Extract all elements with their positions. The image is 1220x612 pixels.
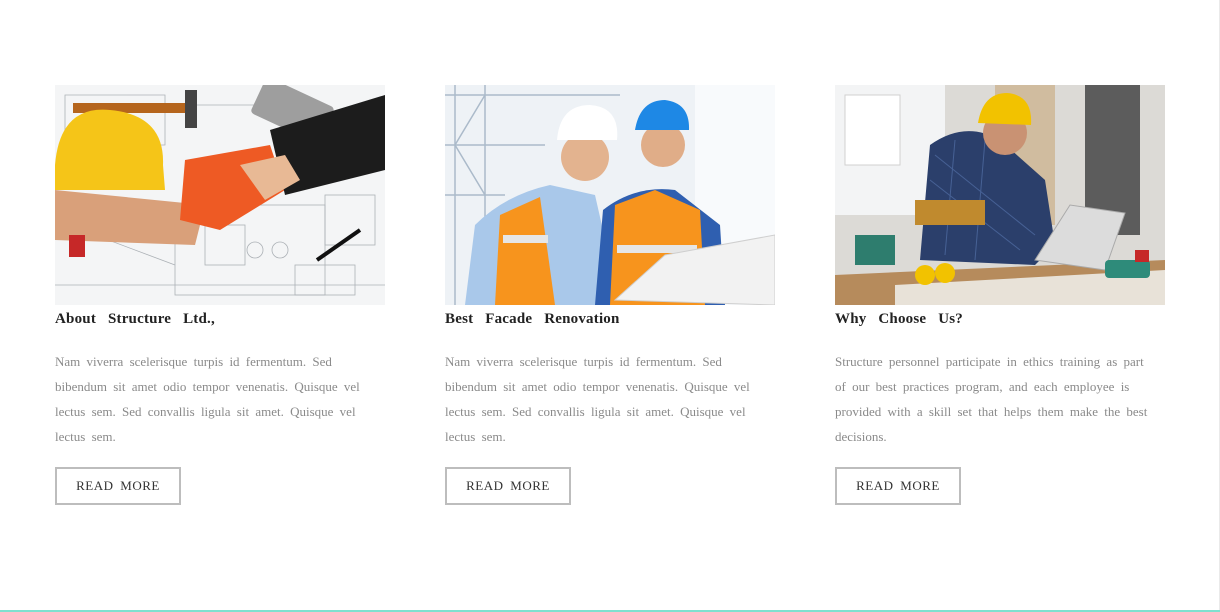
- read-more-button[interactable]: READ MORE: [835, 467, 961, 505]
- card-image-engineers: [445, 85, 775, 305]
- handshake-blueprint-photo-icon: [55, 85, 385, 305]
- card-why-choose-us: Why Choose Us? Structure personnel parti…: [835, 85, 1165, 505]
- card-title: Best Facade Renovation: [445, 311, 620, 327]
- read-more-button[interactable]: READ MORE: [445, 467, 571, 505]
- card-image-worker: [835, 85, 1165, 305]
- card-description: Structure personnel participate in ethic…: [835, 354, 1148, 444]
- card-description: Nam viverra scelerisque turpis id fermen…: [55, 354, 360, 444]
- engineers-laptop-photo-icon: [445, 85, 775, 305]
- card-facade-renovation: Best Facade Renovation Nam viverra scele…: [445, 85, 775, 505]
- worker-desk-photo-icon: [835, 85, 1165, 305]
- card-title: Why Choose Us?: [835, 311, 963, 327]
- card-about-structure: About Structure Ltd., Nam viverra sceler…: [55, 85, 385, 505]
- service-cards: About Structure Ltd., Nam viverra sceler…: [55, 85, 1165, 505]
- card-image-handshake: [55, 85, 385, 305]
- card-description: Nam viverra scelerisque turpis id fermen…: [445, 354, 750, 444]
- card-title: About Structure Ltd.,: [55, 311, 215, 327]
- read-more-button[interactable]: READ MORE: [55, 467, 181, 505]
